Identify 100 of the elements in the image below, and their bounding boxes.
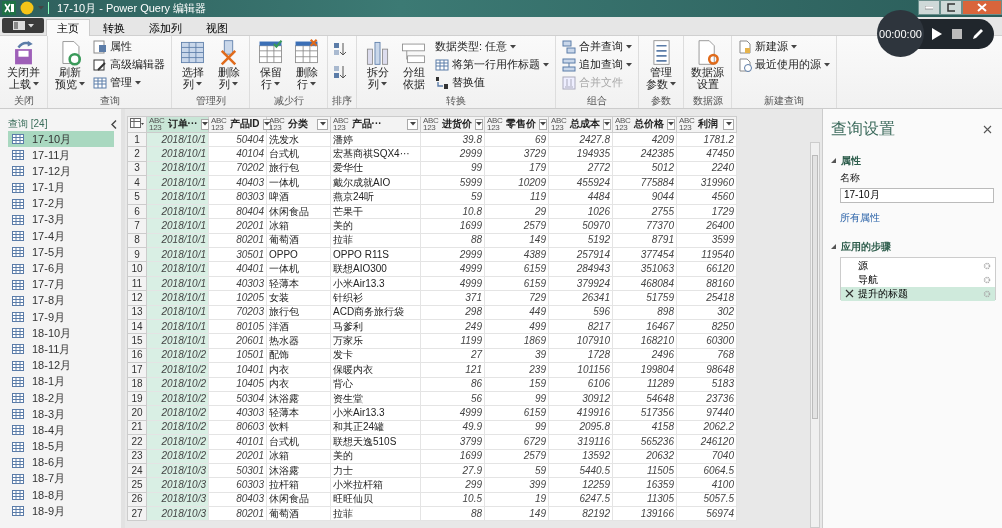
step-item[interactable]: 提升的标题 [841, 286, 995, 301]
table-cell: 39 [484, 348, 549, 363]
query-item[interactable]: 18-5月 [8, 438, 114, 455]
ribbon-tab[interactable]: 转换 [92, 18, 136, 36]
ribbon-button[interactable]: 新建源 [736, 38, 832, 55]
ribbon-button[interactable]: 分组 依据 [397, 38, 430, 90]
table-cell: 轻薄本 [266, 405, 331, 421]
table-cell: 8217 [548, 319, 613, 334]
all-properties-link[interactable]: 所有属性 [840, 210, 992, 225]
query-item[interactable]: 17-1月 [8, 179, 114, 196]
table-cell: 257914 [548, 247, 613, 262]
ribbon-button[interactable]: 属性 [91, 38, 167, 55]
query-item[interactable]: 18-11月 [8, 341, 114, 358]
table-cell: 107910 [548, 333, 613, 349]
table-cell: 449 [484, 305, 549, 320]
step-item[interactable]: 导航 [841, 272, 995, 287]
table-cell: 8250 [676, 319, 737, 334]
table-cell: 6159 [484, 405, 549, 421]
window-title: 17-10月 - Power Query 编辑器 [57, 1, 207, 16]
query-item[interactable]: 17-3月 [8, 211, 114, 229]
table-cell: 2999 [420, 146, 485, 162]
table-cell: 82192 [548, 506, 613, 521]
table-cell: 4560 [676, 190, 737, 205]
query-item[interactable]: 18-12月 [8, 357, 114, 374]
ribbon-button[interactable]: 高级编辑器 [91, 56, 167, 73]
query-item[interactable]: 17-8月 [8, 292, 114, 309]
query-item[interactable]: 17-10月 [8, 130, 114, 148]
ribbon-button[interactable]: 管理 [91, 74, 167, 91]
query-item[interactable]: 17-2月 [8, 195, 114, 212]
ribbon-tab[interactable]: 主页 [46, 18, 90, 36]
ribbon-button[interactable]: 关闭并 上载 [4, 38, 43, 90]
query-item[interactable]: 18-7月 [8, 470, 114, 488]
query-item[interactable]: 18-8月 [8, 487, 114, 504]
table-cell: 5440.5 [548, 463, 613, 478]
table-cell: 1026 [548, 204, 613, 219]
table-cell: 4158 [612, 420, 677, 435]
query-item[interactable]: 18-3月 [8, 406, 114, 423]
table-cell: 20201 [208, 449, 267, 464]
query-item[interactable]: 18-6月 [8, 454, 114, 471]
table-cell: 499 [484, 319, 549, 334]
ribbon-button[interactable]: 数据类型: 任意 [433, 38, 551, 55]
table-cell: OPPO [266, 247, 331, 262]
type-label: ABC 123 [551, 117, 567, 132]
table-cell: 239 [484, 362, 549, 378]
table-cell: 2240 [676, 161, 737, 176]
table-cell: 10405 [208, 377, 267, 392]
ribbon-button[interactable]: 保留 行 [254, 38, 287, 90]
table-cell: 饮料 [266, 420, 331, 435]
query-item[interactable]: 17-7月 [8, 276, 114, 293]
panel-title: 查询 [24] [8, 117, 48, 132]
query-item[interactable]: 18-4月 [8, 422, 114, 439]
ribbon-button[interactable]: 合并查询 [560, 38, 634, 55]
table-cell: 6159 [484, 261, 549, 277]
table-cell: 4484 [548, 190, 613, 205]
table-cell: 2579 [484, 218, 549, 234]
ribbon-button[interactable]: 最近使用的源 [736, 56, 832, 73]
table-cell: 发卡 [330, 348, 421, 363]
ribbon-button[interactable]: 删除 列 [212, 38, 245, 90]
table-cell: 121 [420, 362, 485, 378]
ribbon-tab[interactable]: 添加列 [138, 18, 193, 36]
table-cell: 洋酒 [266, 319, 331, 334]
query-item[interactable]: 17-9月 [8, 309, 114, 326]
table-cell: 80105 [208, 319, 267, 334]
query-item[interactable]: 17-5月 [8, 244, 114, 261]
table-cell: 背心 [330, 377, 421, 392]
table-cell: 10.8 [420, 204, 485, 219]
query-item[interactable]: 17-11月 [8, 147, 114, 164]
query-item[interactable]: 18-2月 [8, 389, 114, 407]
ribbon-button[interactable]: 拆分 列 [361, 38, 394, 90]
table-cell: 力士 [330, 463, 421, 478]
ribbon-button[interactable]: 删除 行 [290, 38, 323, 90]
query-item[interactable]: 17-4月 [8, 228, 114, 245]
ribbon-button[interactable]: 刷新 预览 [52, 38, 88, 90]
table-cell: 729 [484, 290, 549, 306]
ribbon-button[interactable]: 选择 列 [176, 38, 209, 90]
query-item[interactable]: 18-10月 [8, 325, 114, 342]
table-cell: 319960 [676, 175, 737, 190]
ribbon-button[interactable]: 追加查询 [560, 56, 634, 73]
table-cell: 56 [420, 391, 485, 406]
table-cell: 59 [420, 190, 485, 205]
ribbon-button[interactable]: 数据源 设置 [688, 38, 727, 90]
table-cell: 249 [420, 319, 485, 334]
query-item[interactable]: 17-12月 [8, 163, 114, 180]
table-cell: 468084 [612, 276, 677, 291]
ribbon-button[interactable]: 替换值 [433, 74, 551, 91]
query-item[interactable]: 17-6月 [8, 260, 114, 277]
ribbon-tab[interactable]: 视图 [195, 18, 239, 36]
query-item[interactable]: 18-1月 [8, 373, 114, 390]
type-label: ABC 123 [615, 117, 631, 132]
name-field[interactable]: 17-10月 [840, 187, 994, 203]
ribbon-button[interactable]: 管理 参数 [643, 38, 679, 90]
table-cell: 119540 [676, 247, 737, 262]
table-cell: 洗发水 [266, 132, 331, 147]
step-item[interactable]: 源 [841, 258, 995, 273]
table-cell: 4209 [612, 132, 677, 147]
table-cell: 149 [484, 233, 549, 248]
query-item[interactable]: 18-9月 [8, 503, 114, 520]
ribbon-button[interactable]: 将第一行用作标题 [433, 56, 551, 73]
table-cell: 台式机 [266, 434, 331, 449]
table-cell: 51759 [612, 290, 677, 306]
